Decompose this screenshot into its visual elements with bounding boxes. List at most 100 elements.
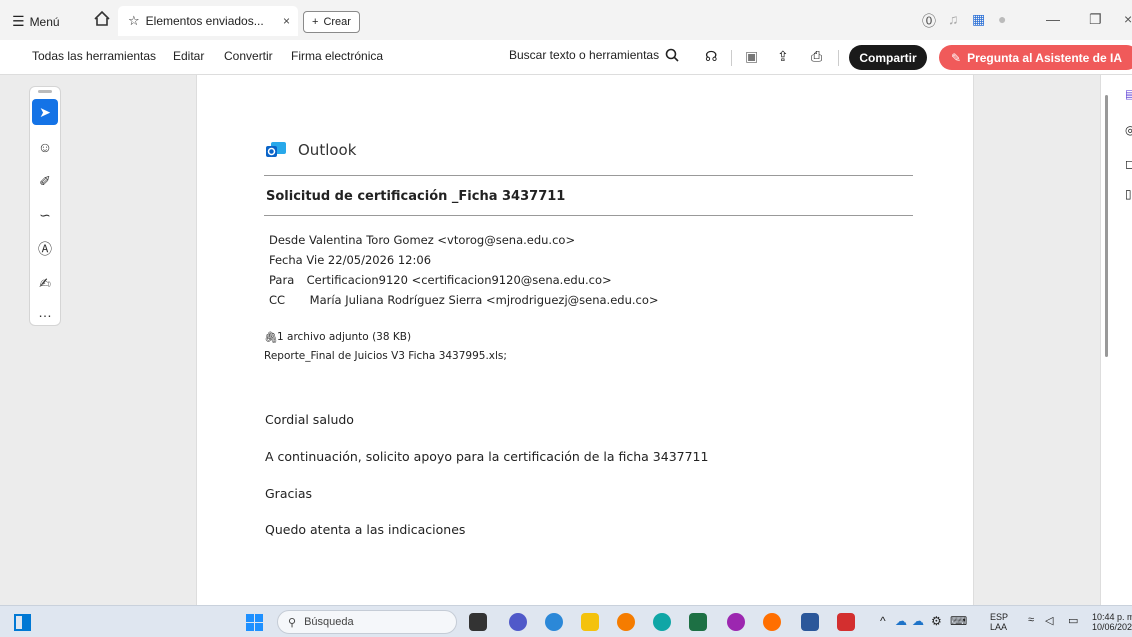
task-view-icon[interactable]: [14, 614, 31, 631]
tab-close-button[interactable]: ×: [283, 14, 290, 28]
to-value: Certificacion9120 <certificacion9120@sen…: [306, 273, 612, 287]
language-code: ESP: [990, 612, 1009, 622]
panel-tool-icon[interactable]: ▤: [1125, 87, 1132, 101]
clock-time: 10:44 p. m.: [1092, 612, 1132, 622]
menu-button[interactable]: ☰ Menú: [12, 13, 60, 30]
divider: [264, 175, 913, 176]
layout-code: LAA: [990, 622, 1008, 632]
text-tool-icon[interactable]: Ⓐ: [32, 236, 58, 262]
cc-label: CC: [269, 293, 286, 307]
input-language[interactable]: ESP LAA: [990, 612, 1008, 632]
file-explorer-icon[interactable]: [581, 613, 599, 631]
to-row: Para Certificacion9120 <certificacion912…: [269, 273, 612, 287]
clock-date: 10/06/2026: [1092, 622, 1132, 632]
outlook-app-name: Outlook: [298, 141, 357, 159]
tray-app-icon[interactable]: ⚙: [931, 614, 942, 628]
panel-tool-icon[interactable]: ◻: [1125, 157, 1132, 171]
select-tool-icon[interactable]: ➤: [32, 99, 58, 125]
from-row: Desde Valentina Toro Gomez <vtorog@sena.…: [269, 233, 575, 247]
hamburger-icon: ☰: [12, 13, 25, 29]
save-icon[interactable]: ▣: [745, 48, 758, 65]
ai-chat-icon: ✎: [951, 50, 962, 65]
esign-tab[interactable]: Firma electrónica: [291, 49, 383, 63]
show-hidden-icons-chevron-icon[interactable]: ^: [880, 614, 886, 628]
outlook-logo-icon: [266, 142, 286, 157]
edit-tab[interactable]: Editar: [173, 49, 204, 63]
share-button[interactable]: Compartir: [849, 45, 927, 70]
taskbar: ⚲ Búsqueda ^ ☁ ☁ ⚙ ⌨ ESP LAA ≈ ◁ ▭ 10:44…: [0, 605, 1132, 637]
attachment-count: 1 archivo adjunto (38 KB): [277, 331, 412, 343]
separator: [731, 50, 732, 66]
chrome-icon[interactable]: [727, 613, 745, 631]
upload-icon[interactable]: ⇪: [777, 48, 789, 65]
search-tools-label: Buscar texto o herramientas: [509, 48, 660, 62]
print-icon[interactable]: ⎙: [811, 48, 822, 65]
search-tools-field[interactable]: Buscar texto o herramientas: [509, 48, 679, 62]
from-value: Valentina Toro Gomez <vtorog@sena.edu.co…: [308, 233, 576, 247]
keyboard-icon[interactable]: ⌨: [950, 614, 967, 628]
draw-tool-icon[interactable]: ∽: [32, 202, 58, 228]
to-label: Para: [269, 273, 295, 287]
panel-grip-handle[interactable]: [38, 90, 52, 93]
ai-assistant-button[interactable]: ✎ Pregunta al Asistente de IA: [939, 45, 1132, 70]
maximize-button[interactable]: ❐: [1089, 11, 1102, 28]
menu-label: Menú: [29, 14, 60, 29]
taskbar-app-icon[interactable]: [509, 613, 527, 631]
pdf-page: Outlook Solicitud de certificación _Fich…: [196, 75, 974, 605]
attachment-name: Reporte_Final de Juicios V3 Ficha 343799…: [264, 350, 507, 362]
all-tools-tab[interactable]: Todas las herramientas: [32, 49, 156, 63]
vertical-scrollbar[interactable]: [1105, 95, 1108, 357]
notification-bell-icon[interactable]: ♫: [948, 11, 959, 27]
body-closing: Quedo atenta a las indicaciones: [265, 522, 466, 537]
toolbar: Todas las herramientas Editar Convertir …: [0, 40, 1132, 75]
apps-grid-icon[interactable]: ▦: [972, 11, 985, 28]
cc-value: María Juliana Rodríguez Sierra <mjrodrig…: [309, 293, 659, 307]
quick-tools-panel: ➤ ☺ ✐ ∽ Ⓐ ✍ …: [29, 86, 61, 326]
date-label: Fecha: [269, 253, 303, 267]
search-icon: [665, 48, 679, 62]
panel-tool-icon[interactable]: ▯: [1125, 187, 1132, 201]
word-icon[interactable]: [801, 613, 819, 631]
tray-app-icon[interactable]: ☁: [895, 614, 907, 628]
body-request: A continuación, solicito apoyo para la c…: [265, 449, 709, 464]
wifi-icon[interactable]: ≈: [1028, 614, 1034, 626]
taskbar-app-icon[interactable]: [617, 613, 635, 631]
email-subject: Solicitud de certificación _Ficha 343771…: [266, 189, 566, 204]
close-window-button[interactable]: ×: [1124, 11, 1132, 27]
windows-start-icon[interactable]: [246, 614, 263, 631]
minimize-button[interactable]: —: [1046, 11, 1060, 27]
from-label: Desde: [269, 233, 306, 247]
tray-app-icon[interactable]: ☁: [912, 614, 924, 628]
excel-icon[interactable]: [689, 613, 707, 631]
battery-icon[interactable]: ▭: [1068, 614, 1078, 627]
ai-assistant-label: Pregunta al Asistente de IA: [967, 50, 1122, 65]
taskbar-app-icon[interactable]: [469, 613, 487, 631]
volume-icon[interactable]: ◁: [1045, 614, 1053, 627]
home-icon[interactable]: [93, 10, 111, 28]
separator: [838, 50, 839, 66]
date-value: Vie 22/05/2026 12:06: [306, 253, 432, 267]
paperclip-icon: 🖇: [264, 331, 278, 344]
sign-tool-icon[interactable]: ✍: [32, 270, 58, 296]
firefox-icon[interactable]: [763, 613, 781, 631]
highlight-tool-icon[interactable]: ✐: [32, 168, 58, 194]
convert-tab[interactable]: Convertir: [224, 49, 273, 63]
date-row: Fecha Vie 22/05/2026 12:06: [269, 253, 431, 267]
edge-icon[interactable]: [653, 613, 671, 631]
taskbar-search-box[interactable]: ⚲ Búsqueda: [277, 610, 457, 634]
acrobat-icon[interactable]: [837, 613, 855, 631]
clock[interactable]: 10:44 p. m. 10/06/2026: [1092, 612, 1132, 632]
create-button[interactable]: + Crear: [303, 11, 360, 33]
read-aloud-icon[interactable]: ☊: [705, 48, 717, 65]
help-icon[interactable]: ⓪: [922, 11, 936, 31]
panel-tool-icon[interactable]: ◎: [1125, 123, 1132, 137]
more-tools-icon[interactable]: …: [32, 299, 58, 325]
tab-title: Elementos enviados...: [145, 14, 264, 28]
document-tab[interactable]: ☆ Elementos enviados... ×: [118, 6, 298, 36]
cc-row: CC María Juliana Rodríguez Sierra <mjrod…: [269, 293, 659, 307]
comment-tool-icon[interactable]: ☺: [32, 134, 58, 160]
taskbar-app-icon[interactable]: [545, 613, 563, 631]
star-icon[interactable]: ☆: [128, 13, 140, 29]
divider: [264, 215, 913, 216]
profile-icon[interactable]: ●: [998, 11, 1006, 27]
